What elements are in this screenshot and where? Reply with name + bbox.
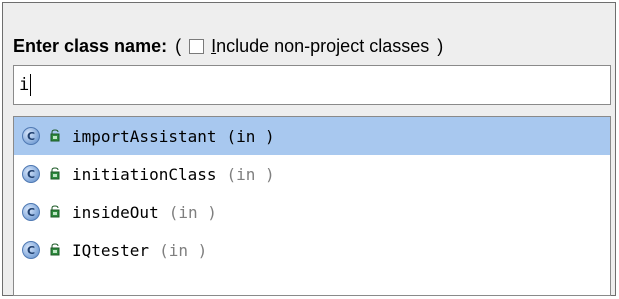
result-row-1[interactable]: C initiationClass (in ) (14, 155, 610, 193)
include-non-project-label[interactable]: Include non-project classes (211, 36, 429, 57)
result-row-2[interactable]: C insideOut (in ) (14, 193, 610, 231)
access-icon (50, 167, 60, 180)
close-paren: ) (437, 35, 444, 56)
class-icon: C (22, 127, 40, 145)
result-name: initiationClass (72, 164, 217, 184)
result-location: (in ) (226, 126, 275, 146)
result-name: insideOut (72, 202, 159, 222)
result-row-3[interactable]: C IQtester (in ) (14, 231, 610, 269)
result-name: importAssistant (72, 126, 217, 146)
result-row-0[interactable]: C importAssistant (in ) (14, 117, 610, 155)
result-location: (in ) (168, 202, 217, 222)
class-icon: C (22, 241, 40, 259)
open-paren: ( (175, 35, 182, 56)
class-icon: C (22, 165, 40, 183)
access-icon (50, 129, 60, 142)
dialog-header: Enter class name: ( Include non-project … (13, 33, 451, 59)
text-caret (30, 74, 32, 96)
class-chooser-dialog: Enter class name: ( Include non-project … (2, 2, 616, 296)
result-name: IQtester (72, 240, 150, 260)
label-rest: nclude non-project classes (216, 35, 430, 56)
result-location: (in ) (159, 240, 208, 260)
include-non-project-checkbox[interactable] (189, 38, 205, 54)
access-icon (50, 205, 60, 218)
result-location: (in ) (226, 164, 275, 184)
class-name-input-value: i (19, 75, 30, 95)
class-icon: C (22, 203, 40, 221)
dialog-title: Enter class name: (13, 35, 168, 56)
results-list: C importAssistant (in ) C initiationClas… (13, 116, 611, 296)
access-icon (50, 243, 60, 256)
class-name-input[interactable]: i (13, 65, 611, 105)
